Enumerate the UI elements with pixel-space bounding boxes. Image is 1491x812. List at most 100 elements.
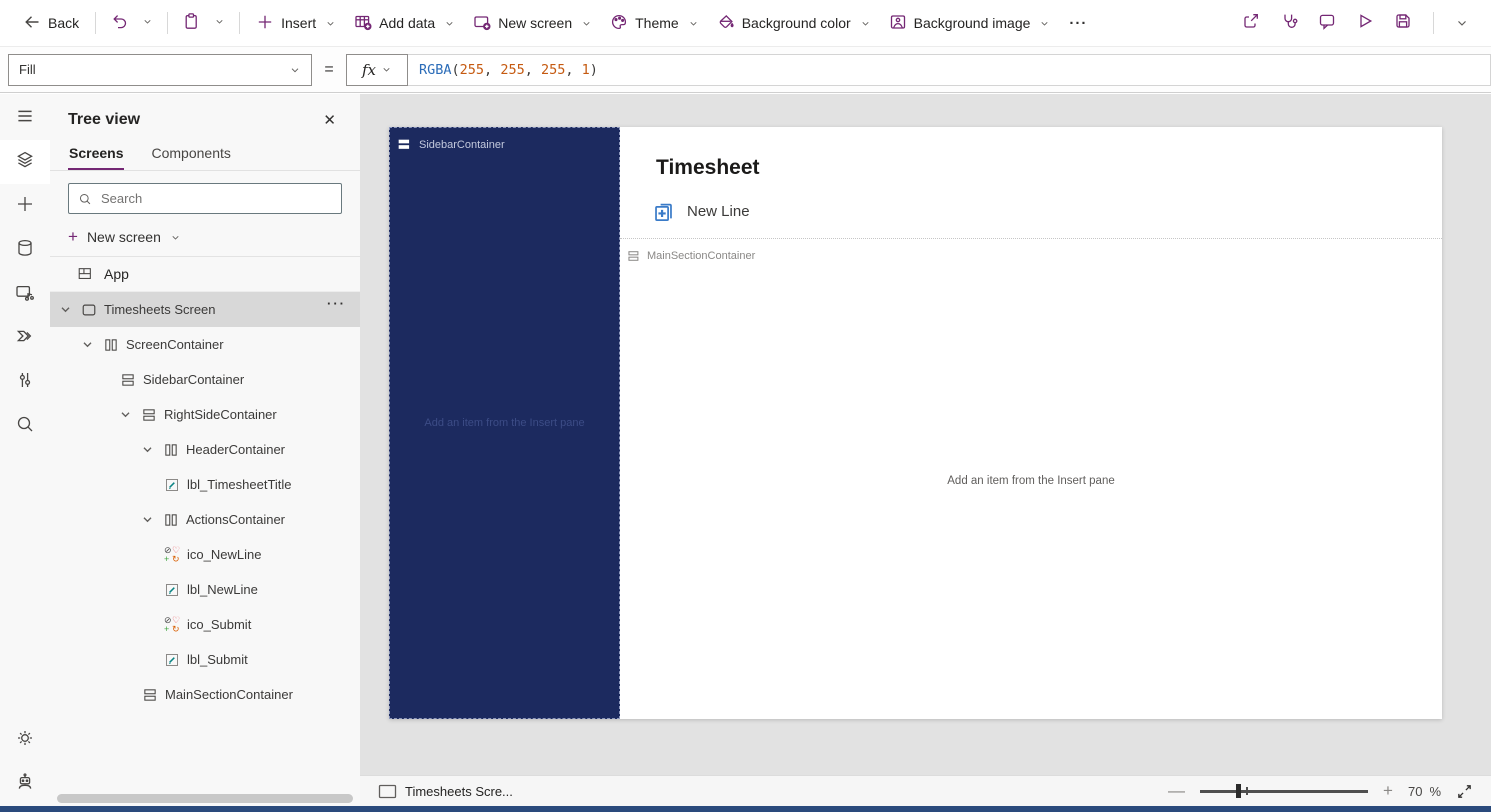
new-screen-button[interactable]: New screen bbox=[464, 7, 601, 40]
tree-item-mainsectioncontainer[interactable]: MainSectionContainer bbox=[50, 677, 360, 712]
search-icon bbox=[15, 414, 35, 439]
container-h-icon bbox=[120, 372, 143, 388]
container-v-icon bbox=[163, 442, 186, 458]
rail-item-power-automate[interactable] bbox=[0, 316, 50, 360]
app-canvas[interactable]: SidebarContainer Add an item from the In… bbox=[389, 127, 1442, 719]
tree-item-actionscontainer[interactable]: ActionsContainer bbox=[50, 502, 360, 537]
tree-item-lbl-timesheettitle[interactable]: lbl_TimesheetTitle bbox=[50, 467, 360, 502]
add-data-button[interactable]: Add data bbox=[345, 7, 464, 40]
rail-item-tree-view[interactable] bbox=[0, 140, 50, 184]
new-screen-button[interactable]: + New screen bbox=[50, 219, 360, 257]
background-color-icon bbox=[717, 13, 735, 34]
add-data-label: Add data bbox=[379, 15, 436, 31]
undo-dropdown-button[interactable] bbox=[135, 8, 160, 38]
tree-item-screencontainer[interactable]: ScreenContainer bbox=[50, 327, 360, 362]
save-icon bbox=[1394, 12, 1412, 35]
more-commands-button[interactable]: ··· bbox=[1059, 15, 1097, 32]
zoom-out-button[interactable]: — bbox=[1168, 781, 1185, 801]
tree-item-label: ActionsContainer bbox=[186, 512, 285, 527]
tab-components[interactable]: Components bbox=[150, 140, 231, 170]
sidebar-container-control[interactable]: SidebarContainer Add an item from the In… bbox=[389, 127, 620, 719]
zoom-slider[interactable] bbox=[1200, 784, 1369, 798]
tree-view-icon bbox=[15, 150, 35, 175]
tree-item-headercontainer[interactable]: HeaderContainer bbox=[50, 432, 360, 467]
more-options-button[interactable]: ··· bbox=[327, 296, 346, 311]
chevron-down-icon bbox=[325, 18, 336, 29]
paste-button[interactable] bbox=[175, 6, 207, 41]
fit-to-window-icon[interactable] bbox=[1456, 783, 1473, 800]
toolbar-right-icons bbox=[1232, 6, 1422, 41]
insert-icon bbox=[15, 194, 35, 219]
timesheet-title-label[interactable]: Timesheet bbox=[656, 156, 760, 180]
background-color-button[interactable]: Background color bbox=[708, 7, 880, 40]
theme-icon bbox=[610, 13, 628, 34]
app-checker-button[interactable] bbox=[1270, 6, 1308, 41]
formula-input[interactable]: RGBA(255, 255, 255, 1) bbox=[408, 53, 1491, 86]
rail-item-data[interactable] bbox=[0, 228, 50, 272]
app-checker-icon bbox=[1280, 12, 1298, 35]
sidebar-container-chip[interactable]: SidebarContainer bbox=[397, 137, 505, 152]
save-button[interactable] bbox=[1384, 6, 1422, 41]
container-v-icon bbox=[163, 512, 186, 528]
theme-button[interactable]: Theme bbox=[601, 7, 708, 40]
comments-button[interactable] bbox=[1308, 6, 1346, 41]
tree-item-rightsidecontainer[interactable]: RightSideContainer bbox=[50, 397, 360, 432]
fx-dropdown[interactable]: fx bbox=[346, 53, 408, 86]
preview-play-button[interactable] bbox=[1346, 6, 1384, 41]
search-placeholder: Search bbox=[101, 191, 143, 206]
zoom-in-button[interactable]: + bbox=[1383, 781, 1393, 801]
rail-item-menu[interactable] bbox=[0, 96, 50, 140]
toolbar-left: Back Insert Add data New screen Theme Backgr… bbox=[14, 6, 1232, 41]
tree-item-lbl-submit[interactable]: lbl_Submit bbox=[50, 642, 360, 677]
power-apps-studio: Back Insert Add data New screen Theme Backgr… bbox=[0, 0, 1491, 812]
tree-item-timesheets-screen[interactable]: Timesheets Screen ··· bbox=[50, 292, 360, 327]
background-image-button[interactable]: Background image bbox=[880, 7, 1060, 40]
rail-item-media[interactable] bbox=[0, 272, 50, 316]
formula-token: , bbox=[565, 61, 582, 78]
tree-item-ico-submit[interactable]: ⊘ ♡ + ↻ ico_Submit bbox=[50, 607, 360, 642]
add-document-icon bbox=[655, 203, 672, 221]
close-panel-button[interactable]: ✕ bbox=[317, 109, 342, 131]
tab-screens[interactable]: Screens bbox=[68, 140, 125, 170]
taskbar-edge bbox=[0, 806, 1491, 812]
media-icon bbox=[15, 282, 35, 307]
rail-item-variables[interactable] bbox=[0, 360, 50, 404]
publish-dropdown-button[interactable] bbox=[1445, 10, 1479, 36]
expand-chevron-icon[interactable] bbox=[142, 514, 163, 525]
new-line-action[interactable]: New Line bbox=[652, 200, 750, 223]
screen-icon bbox=[81, 302, 104, 318]
undo-button[interactable] bbox=[103, 6, 135, 41]
expand-chevron-icon[interactable] bbox=[120, 409, 141, 420]
share-button[interactable] bbox=[1232, 6, 1270, 41]
expand-chevron-icon[interactable] bbox=[60, 304, 81, 315]
tree-item-app[interactable]: App bbox=[50, 257, 360, 292]
main-section-container-chip[interactable]: MainSectionContainer bbox=[627, 249, 755, 263]
rail-item-insert[interactable] bbox=[0, 184, 50, 228]
new-screen-label: New screen bbox=[498, 15, 573, 31]
horizontal-scrollbar[interactable] bbox=[57, 794, 353, 803]
tree-item-label: MainSectionContainer bbox=[165, 687, 293, 702]
rail-item-settings[interactable] bbox=[0, 718, 50, 762]
insert-button[interactable]: Insert bbox=[247, 7, 345, 40]
tree-item-sidebarcontainer[interactable]: SidebarContainer bbox=[50, 362, 360, 397]
rail-item-search[interactable] bbox=[0, 404, 50, 448]
screen-selector[interactable]: Timesheets Scre... bbox=[378, 784, 513, 799]
tree-item-ico-newline[interactable]: ⊘ ♡ + ↻ ico_NewLine bbox=[50, 537, 360, 572]
formula-token: RGBA bbox=[419, 61, 452, 78]
chevron-down-icon bbox=[142, 14, 153, 32]
search-input[interactable]: Search bbox=[68, 183, 342, 214]
panel-title: Tree view bbox=[68, 111, 141, 128]
add-data-icon bbox=[354, 13, 372, 34]
screen-selector-label: Timesheets Scre... bbox=[405, 783, 513, 799]
back-button[interactable]: Back bbox=[14, 7, 88, 40]
zoom-slider-handle[interactable] bbox=[1236, 784, 1242, 798]
label-icon bbox=[164, 652, 187, 668]
comments-icon bbox=[1318, 12, 1336, 35]
property-selector[interactable]: Fill bbox=[8, 53, 312, 86]
tree-item-lbl-newline[interactable]: lbl_NewLine bbox=[50, 572, 360, 607]
expand-chevron-icon[interactable] bbox=[142, 444, 163, 455]
rail-item-copilot[interactable] bbox=[0, 762, 50, 806]
right-side-container-control[interactable]: Timesheet New Line MainSectionContainer bbox=[620, 127, 1442, 719]
paste-dropdown-button[interactable] bbox=[207, 8, 232, 38]
expand-chevron-icon[interactable] bbox=[82, 339, 103, 350]
